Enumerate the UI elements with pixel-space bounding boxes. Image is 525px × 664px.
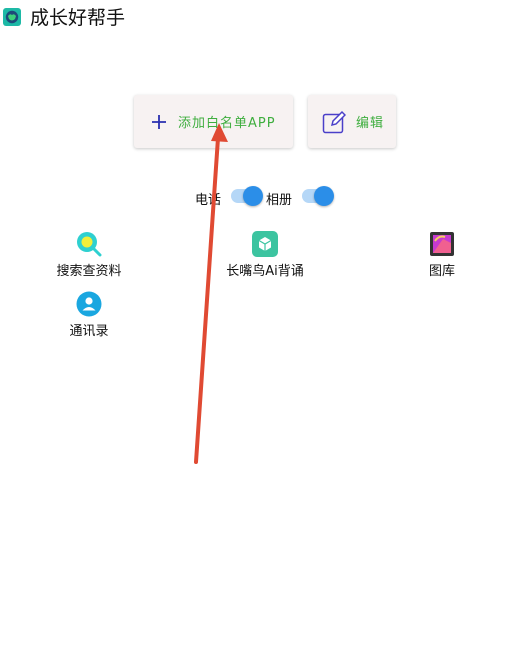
app-name-recite: 长嘴鸟Ai背诵	[226, 264, 304, 279]
permission-toggles: 电话 相册	[0, 184, 525, 210]
contacts-app-icon	[76, 291, 102, 317]
app-item-search[interactable]: 搜索查资料	[34, 231, 144, 279]
gallery-app-icon	[430, 232, 454, 256]
phone-toggle[interactable]	[231, 186, 263, 206]
edit-icon	[322, 110, 346, 133]
search-app-icon	[77, 232, 102, 257]
toggle-label-album: 相册	[266, 193, 293, 208]
phone-toggle-knob	[243, 186, 263, 206]
page-title: 成长好帮手	[30, 7, 126, 29]
app-logo-icon	[3, 8, 21, 26]
add-whitelist-app-button[interactable]: 添加白名单APP	[134, 95, 293, 148]
app-item-gallery[interactable]: 图库	[387, 231, 497, 279]
app-name-contacts: 通讯录	[69, 324, 109, 339]
album-toggle[interactable]	[302, 186, 334, 206]
edit-label: 编辑	[356, 116, 385, 131]
app-name-search: 搜索查资料	[56, 264, 122, 279]
album-toggle-knob	[314, 186, 334, 206]
toggle-label-phone: 电话	[195, 193, 222, 208]
cube-app-icon	[252, 231, 278, 257]
app-item-contacts[interactable]: 通讯录	[34, 291, 144, 339]
add-whitelist-app-label: 添加白名单APP	[178, 116, 276, 131]
edit-button[interactable]: 编辑	[308, 95, 396, 148]
title-bar: 成长好帮手	[0, 0, 525, 38]
app-item-recite[interactable]: 长嘴鸟Ai背诵	[210, 231, 320, 279]
app-name-gallery: 图库	[428, 264, 455, 279]
plus-icon	[152, 114, 166, 129]
